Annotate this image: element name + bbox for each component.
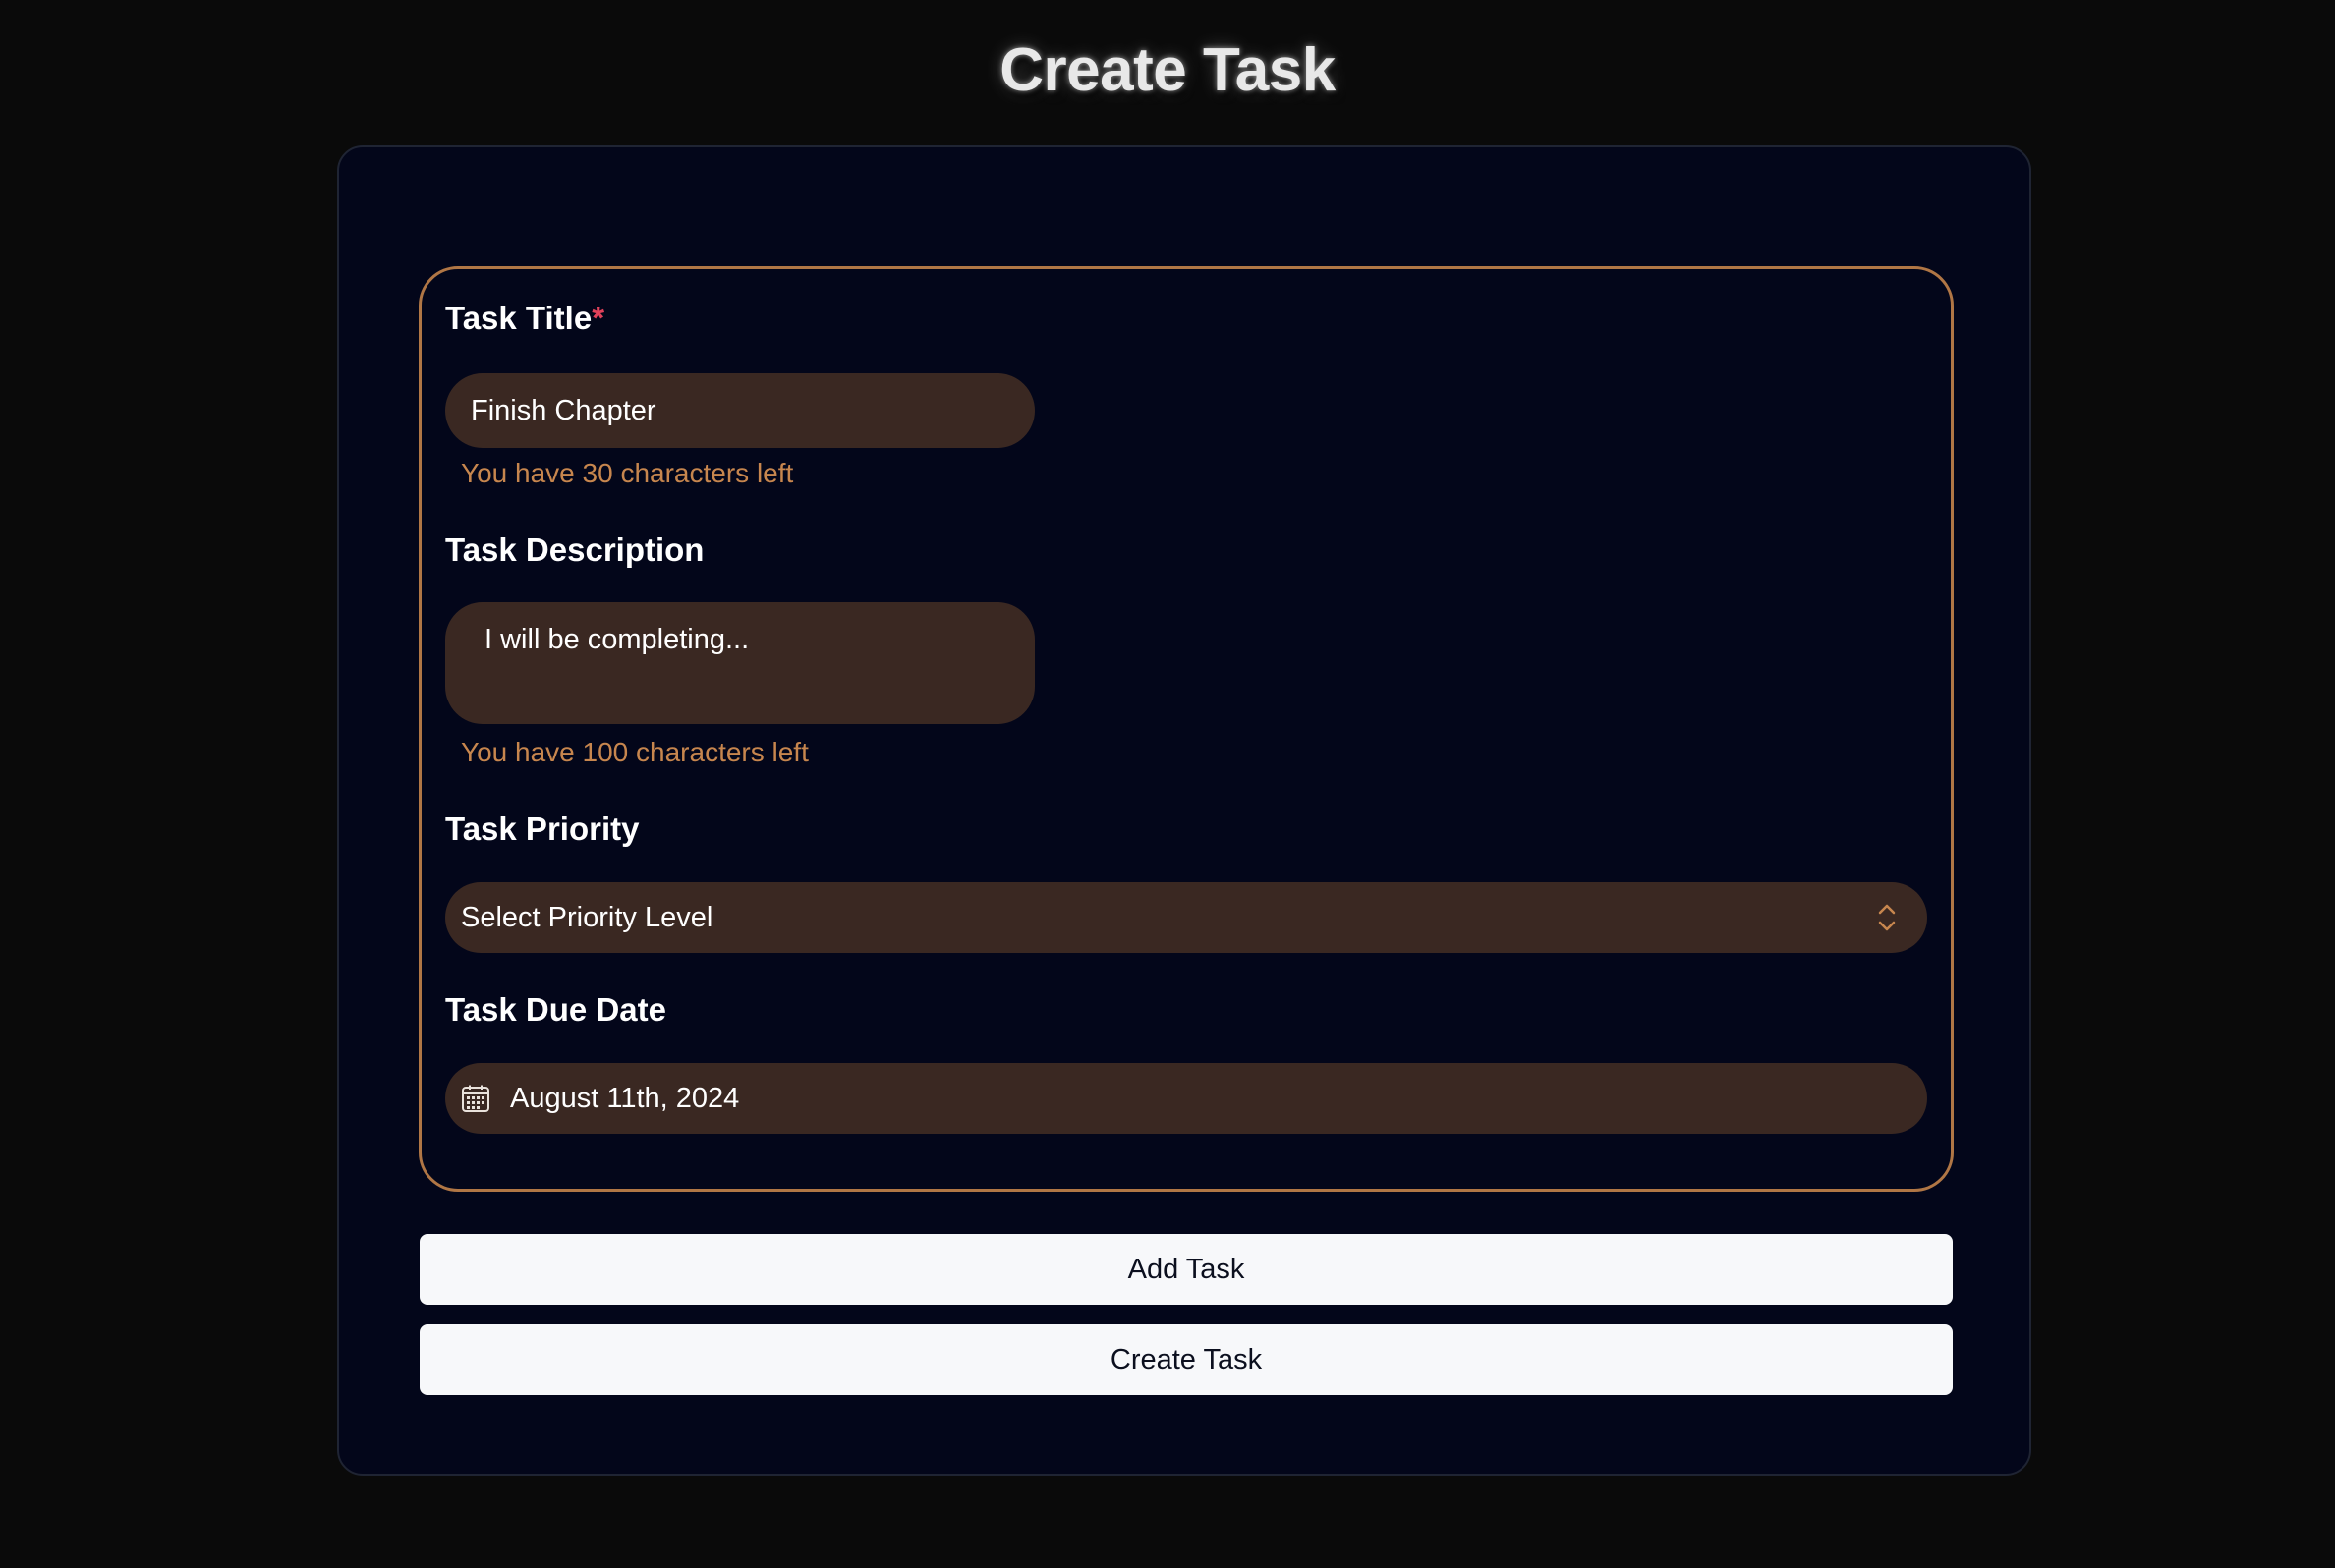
task-priority-label: Task Priority [445,811,640,847]
task-title-char-count: You have 30 characters left [461,458,794,488]
task-title-label-text: Task Title [445,300,593,336]
task-title-label: Task Title* [445,299,604,338]
required-asterisk: * [592,300,605,336]
task-description-char-count: You have 100 characters left [461,737,809,767]
task-due-date-picker[interactable]: August 11th, 2024 [445,1063,1927,1134]
page-title: Create Task [999,36,1336,104]
task-form-card: Task Title* You have 30 characters left … [337,145,2031,1476]
task-priority-selected-value: Select Priority Level [461,901,713,933]
task-form-fields: Task Title* You have 30 characters left … [419,266,1954,1192]
task-priority-select[interactable]: Select Priority Level [445,882,1927,953]
task-due-date-label: Task Due Date [445,991,666,1028]
chevron-up-down-icon [1878,904,1896,931]
calendar-icon [462,1085,489,1112]
resize-handle-icon[interactable] [1019,708,1033,722]
task-description-label: Task Description [445,532,705,568]
create-task-button[interactable]: Create Task [420,1324,1953,1395]
add-task-button[interactable]: Add Task [420,1234,1953,1305]
task-description-field[interactable]: I will be completing... [445,602,1035,724]
task-due-date-value: August 11th, 2024 [510,1082,740,1114]
task-description-textarea[interactable]: I will be completing... [445,602,1035,724]
task-title-input[interactable] [445,373,1035,448]
